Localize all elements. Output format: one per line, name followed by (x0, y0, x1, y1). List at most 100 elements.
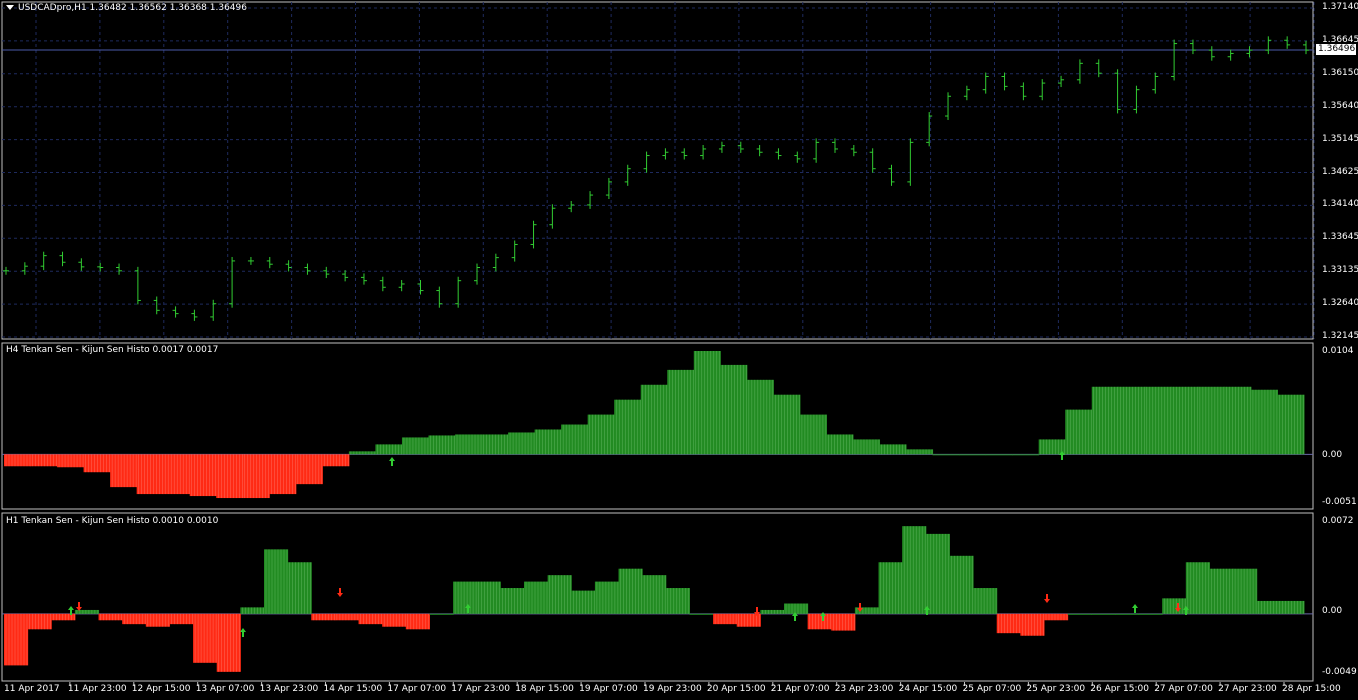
h1-hist-bar (1162, 598, 1187, 614)
time-axis-label: 13 Apr 07:00 (195, 684, 255, 694)
price-axis-label: 1.33645 (1322, 232, 1358, 243)
h4-hist-bar (985, 454, 1013, 456)
h1-hist-bar (311, 613, 336, 621)
h1-panel-title: H1 Tenkan Sen - Kijun Sen Histo 0.0010 0… (6, 516, 219, 526)
time-axis-label: 14 Apr 15:00 (323, 684, 383, 694)
price-axis-label: 1.35640 (1322, 100, 1358, 111)
h1-hist-bar (216, 613, 241, 672)
h1-hist-bar (1020, 613, 1045, 636)
time-axis-label: 27 Apr 07:00 (1154, 684, 1213, 694)
h4-hist-bar (959, 454, 987, 456)
time-axis-label: 11 Apr 2017 (4, 684, 60, 694)
price-axis-label: 1.35145 (1322, 133, 1358, 144)
time-axis-label: 25 Apr 23:00 (1026, 684, 1086, 694)
time-axis-label: 11 Apr 23:00 (67, 684, 127, 694)
time-axis-label: 20 Apr 15:00 (706, 684, 766, 694)
time-axis-label: 26 Apr 15:00 (1090, 684, 1149, 694)
price-axis-label: 1.36645 (1322, 34, 1358, 45)
h4-hist-bar (932, 454, 960, 456)
time-axis-label: 17 Apr 23:00 (451, 684, 510, 694)
arrow-up-icon (240, 628, 246, 637)
arrow-down-icon (1044, 594, 1050, 603)
h1-hist-bar (1256, 600, 1281, 614)
h4-panel-title: H4 Tenkan Sen - Kijun Sen Histo 0.0017 0… (6, 345, 219, 355)
h1-hist-bar (1044, 613, 1069, 621)
time-axis-label: 24 Apr 15:00 (898, 684, 958, 694)
arrow-up-icon (1132, 604, 1138, 613)
h1-hist-bar (429, 613, 454, 615)
price-axis-label: 1.32145 (1322, 331, 1358, 341)
h1-hist-bar (831, 613, 856, 631)
time-axis-label: 13 Apr 23:00 (259, 684, 319, 694)
arrow-up-icon (389, 457, 395, 466)
h1-hist-bar (1280, 600, 1305, 614)
h1-hist-bar (476, 581, 501, 614)
h1-hist-bar (98, 613, 123, 621)
h1-hist-bar (925, 533, 950, 614)
main-panel-title-text: USDCADpro,H1 1.36482 1.36562 1.36368 1.3… (18, 3, 247, 13)
h1-hist-bar (665, 588, 690, 614)
h1-hist-bar (760, 609, 785, 614)
h1-hist-bar (996, 613, 1021, 634)
main-panel-title: USDCADpro,H1 1.36482 1.36562 1.36368 1.3… (6, 3, 247, 13)
h1-hist-bar (524, 581, 549, 614)
time-axis-label: 21 Apr 07:00 (770, 684, 830, 694)
current-price-tag: 1.36496 (1316, 44, 1356, 55)
time-axis-label: 18 Apr 15:00 (515, 684, 574, 694)
h1-hist-bar (4, 613, 29, 666)
h1-hist-bar (1185, 562, 1210, 614)
h1-hist-bar (1233, 568, 1258, 614)
time-axis-label: 28 Apr 15:00 (1282, 684, 1341, 694)
h1-hist-bar (807, 613, 832, 630)
time-axis-label: 19 Apr 07:00 (579, 684, 638, 694)
price-axis-label: 1.34140 (1322, 199, 1358, 210)
dropdown-triangle-icon[interactable] (6, 5, 14, 10)
h1-hist-bar (547, 575, 572, 614)
time-axis-label: 12 Apr 15:00 (131, 684, 191, 694)
h1-hist-bar (382, 613, 407, 627)
h1-hist-bar (736, 613, 761, 627)
time-axis-label: 19 Apr 23:00 (643, 684, 702, 694)
h1-hist-bar (902, 526, 927, 614)
h4-axis-label: 0.0104 (1322, 346, 1354, 356)
price-axis-label: 1.37140 (1322, 2, 1358, 12)
price-axis-label: 1.33135 (1322, 265, 1358, 276)
h1-hist-bar (122, 613, 147, 625)
h1-hist-bar (287, 562, 312, 614)
h1-hist-bar (500, 588, 525, 614)
h1-hist-bar (973, 588, 998, 614)
price-axis-label: 1.36150 (1322, 67, 1358, 78)
arrow-down-icon (337, 588, 343, 597)
h1-hist-bar (264, 549, 289, 614)
h1-hist-bar (453, 581, 478, 614)
h1-axis-label: 0.0072 (1322, 516, 1354, 526)
time-axis-label: 17 Apr 07:00 (387, 684, 447, 694)
h1-hist-bar (784, 603, 809, 614)
h1-axis-label: -0.0049 (1322, 667, 1357, 677)
h1-hist-bar (571, 590, 596, 614)
price-axis-label: 1.32640 (1322, 298, 1358, 309)
h1-hist-bar (1067, 613, 1092, 615)
time-axis-label: 25 Apr 07:00 (962, 684, 1022, 694)
h1-hist-bar (594, 581, 620, 614)
h1-hist-bar (74, 609, 100, 614)
h1-hist-bar (1209, 568, 1234, 614)
h1-hist-bar (358, 613, 383, 625)
h1-hist-bar (145, 613, 170, 627)
h4-axis-label: -0.0051 (1322, 497, 1357, 507)
h1-hist-bar (618, 568, 643, 614)
h1-axis-label: 0.00 (1322, 606, 1343, 616)
h1-hist-bar (713, 613, 738, 625)
h1-hist-bar (334, 613, 360, 621)
h1-hist-bar (1114, 613, 1140, 615)
h1-hist-bar (27, 613, 52, 630)
arrow-down-icon (76, 602, 82, 611)
h1-hist-bar (405, 613, 430, 630)
h4-hist-bar (1012, 454, 1040, 456)
h1-hist-bar (949, 555, 974, 614)
h1-hist-bar (240, 607, 265, 614)
h1-hist-bar (1091, 613, 1116, 615)
time-axis-label: 27 Apr 23:00 (1218, 684, 1277, 694)
h1-hist-bar (1138, 613, 1163, 615)
h1-hist-bar (878, 562, 903, 614)
